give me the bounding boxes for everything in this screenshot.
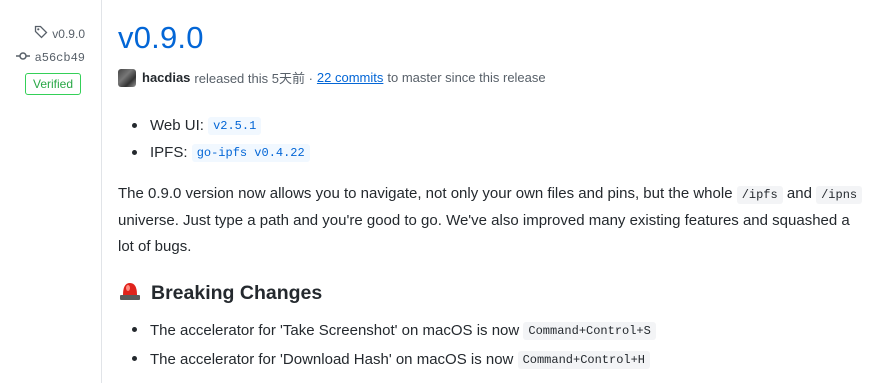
list-item: IPFS: go-ipfs v0.4.22 (118, 139, 310, 166)
description-text: and (786, 185, 812, 202)
list-item: The accelerator for 'Download Hash' on m… (118, 345, 656, 374)
version-code[interactable]: go-ipfs v0.4.22 (191, 143, 310, 162)
version-label: Web UI: (150, 117, 204, 134)
verified-badge[interactable]: Verified (25, 73, 81, 95)
sidebar-tag-link[interactable]: v0.9.0 (34, 25, 85, 42)
sidebar-commit-link[interactable]: a56cb49 (15, 51, 85, 65)
sidebar-commit-sha: a56cb49 (34, 51, 85, 65)
breaking-changes-list: The accelerator for 'Take Screenshot' on… (118, 316, 656, 374)
version-code[interactable]: v2.5.1 (208, 116, 262, 135)
change-text: The accelerator for 'Download Hash' on m… (150, 351, 514, 368)
released-text: released this 5天前 · (194, 71, 313, 86)
shortcut-code: Command+Control+H (517, 350, 650, 369)
tag-icon (34, 25, 48, 42)
breaking-changes-heading: Breaking Changes (118, 279, 322, 307)
list-item: Web UI: v2.5.1 (118, 112, 310, 139)
author-link[interactable]: hacdias (142, 70, 190, 85)
sidebar-tag-label: v0.9.0 (52, 26, 85, 41)
rotating-light-emoji-icon (118, 279, 142, 307)
change-text: The accelerator for 'Take Screenshot' on… (150, 322, 520, 339)
release-sidebar: v0.9.0 a56cb49 Verified (0, 0, 102, 383)
release-description: The 0.9.0 version now allows you to navi… (118, 181, 866, 260)
version-label: IPFS: (150, 144, 188, 161)
breaking-heading-text: Breaking Changes (151, 281, 323, 304)
release-meta: hacdias released this 5天前 · 22 commits t… (118, 68, 546, 87)
since-text: to master since this release (387, 70, 546, 85)
list-item: The accelerator for 'Take Screenshot' on… (118, 316, 656, 345)
release-title[interactable]: v0.9.0 (118, 20, 204, 56)
inline-code: /ipfs (736, 186, 783, 204)
commits-link[interactable]: 22 commits (317, 70, 383, 85)
shortcut-code: Command+Control+S (523, 321, 656, 340)
inline-code: /ipns (816, 186, 863, 204)
description-text: The 0.9.0 version now allows you to navi… (118, 185, 733, 202)
avatar[interactable] (118, 68, 136, 87)
git-commit-icon (15, 51, 30, 65)
description-text: universe. Just type a path and you're go… (118, 212, 850, 255)
versions-list: Web UI: v2.5.1 IPFS: go-ipfs v0.4.22 (118, 112, 310, 166)
